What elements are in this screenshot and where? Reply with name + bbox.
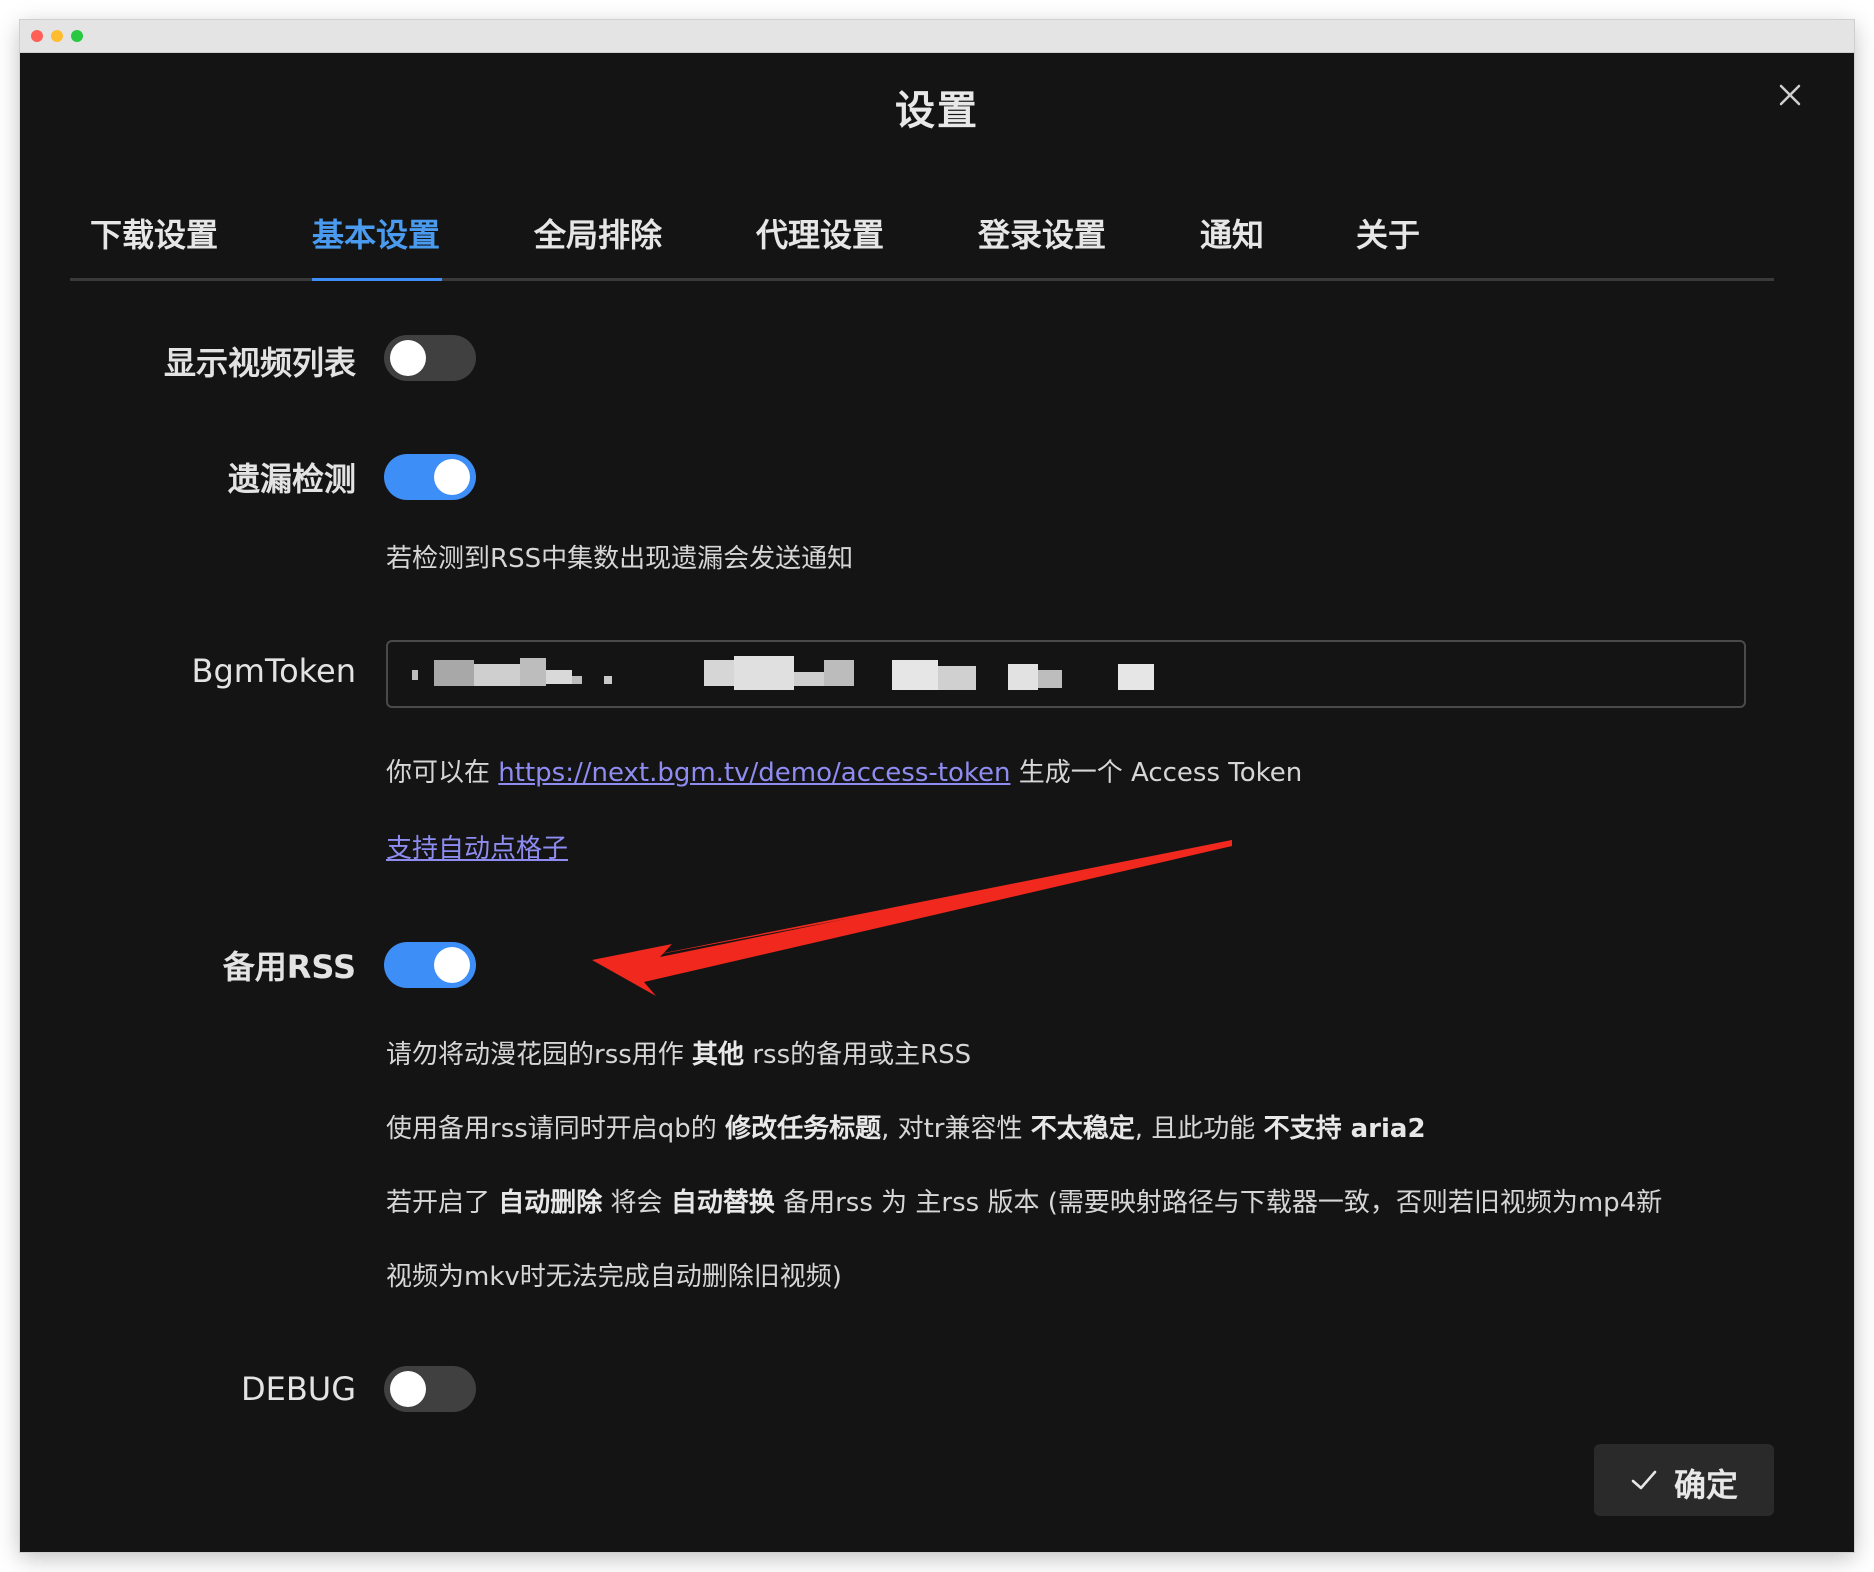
close-icon[interactable] (1770, 75, 1810, 115)
minimize-window-button[interactable] (51, 30, 63, 42)
tab-basic-settings[interactable]: 基本设置 (312, 210, 440, 256)
missing-check-label: 遗漏检测 (227, 460, 356, 498)
missing-check-toggle[interactable] (384, 454, 476, 500)
toggle-knob (390, 1371, 426, 1407)
toggle-knob (434, 947, 470, 983)
backup-rss-help-line2: 使用备用rss请同时开启qb的 修改任务标题, 对tr兼容性 不太稳定, 且此功… (386, 1114, 1426, 1144)
backup-rss-label: 备用RSS (222, 948, 356, 986)
bgm-token-input[interactable] (386, 640, 1746, 708)
show-video-list-toggle[interactable] (384, 335, 476, 381)
bgm-token-label: BgmToken (191, 652, 356, 690)
check-icon (1631, 1470, 1657, 1490)
confirm-button-label: 确定 (1674, 1466, 1739, 1504)
zoom-window-button[interactable] (71, 30, 83, 42)
confirm-button[interactable]: 确定 (1594, 1444, 1774, 1516)
tab-about[interactable]: 关于 (1356, 210, 1420, 256)
tab-global-exclude[interactable]: 全局排除 (534, 210, 662, 256)
close-window-button[interactable] (31, 30, 43, 42)
bgm-token-help-prefix: 你可以在 (386, 758, 491, 788)
missing-check-help: 若检测到RSS中集数出现遗漏会发送通知 (386, 544, 854, 574)
tab-notifications[interactable]: 通知 (1200, 210, 1264, 256)
debug-label: DEBUG (240, 1370, 356, 1408)
settings-tabs: 下载设置 基本设置 全局排除 代理设置 登录设置 通知 关于 (70, 188, 1774, 281)
backup-rss-help-line3: 若开启了 自动删除 将会 自动替换 备用rss 为 主rss 版本 (需要映射路… (386, 1188, 1663, 1218)
bgm-token-help: 你可以在 https://next.bgm.tv/demo/access-tok… (386, 752, 1302, 789)
settings-window: 设置 下载设置 基本设置 全局排除 代理设置 登录设置 通知 关于 显示视频列表… (20, 20, 1854, 1552)
bgm-token-help-suffix: 生成一个 Access Token (1018, 758, 1303, 788)
window-titlebar (20, 20, 1854, 53)
auto-grid-link[interactable]: 支持自动点格子 (386, 828, 568, 865)
tab-download-settings[interactable]: 下载设置 (90, 210, 218, 256)
show-video-list-label: 显示视频列表 (163, 344, 356, 382)
tab-proxy-settings[interactable]: 代理设置 (756, 210, 884, 256)
backup-rss-help-line4: 视频为mkv时无法完成自动删除旧视频) (386, 1262, 842, 1292)
backup-rss-help-line1: 请勿将动漫花园的rss用作 其他 rss的备用或主RSS (386, 1040, 972, 1070)
active-tab-indicator (312, 278, 442, 281)
dialog-title: 设置 (895, 88, 979, 134)
debug-toggle[interactable] (384, 1366, 476, 1412)
toggle-knob (434, 459, 470, 495)
backup-rss-toggle[interactable] (384, 942, 476, 988)
bgm-token-access-link[interactable]: https://next.bgm.tv/demo/access-token (498, 758, 1010, 788)
toggle-knob (390, 340, 426, 376)
tab-login-settings[interactable]: 登录设置 (978, 210, 1106, 256)
